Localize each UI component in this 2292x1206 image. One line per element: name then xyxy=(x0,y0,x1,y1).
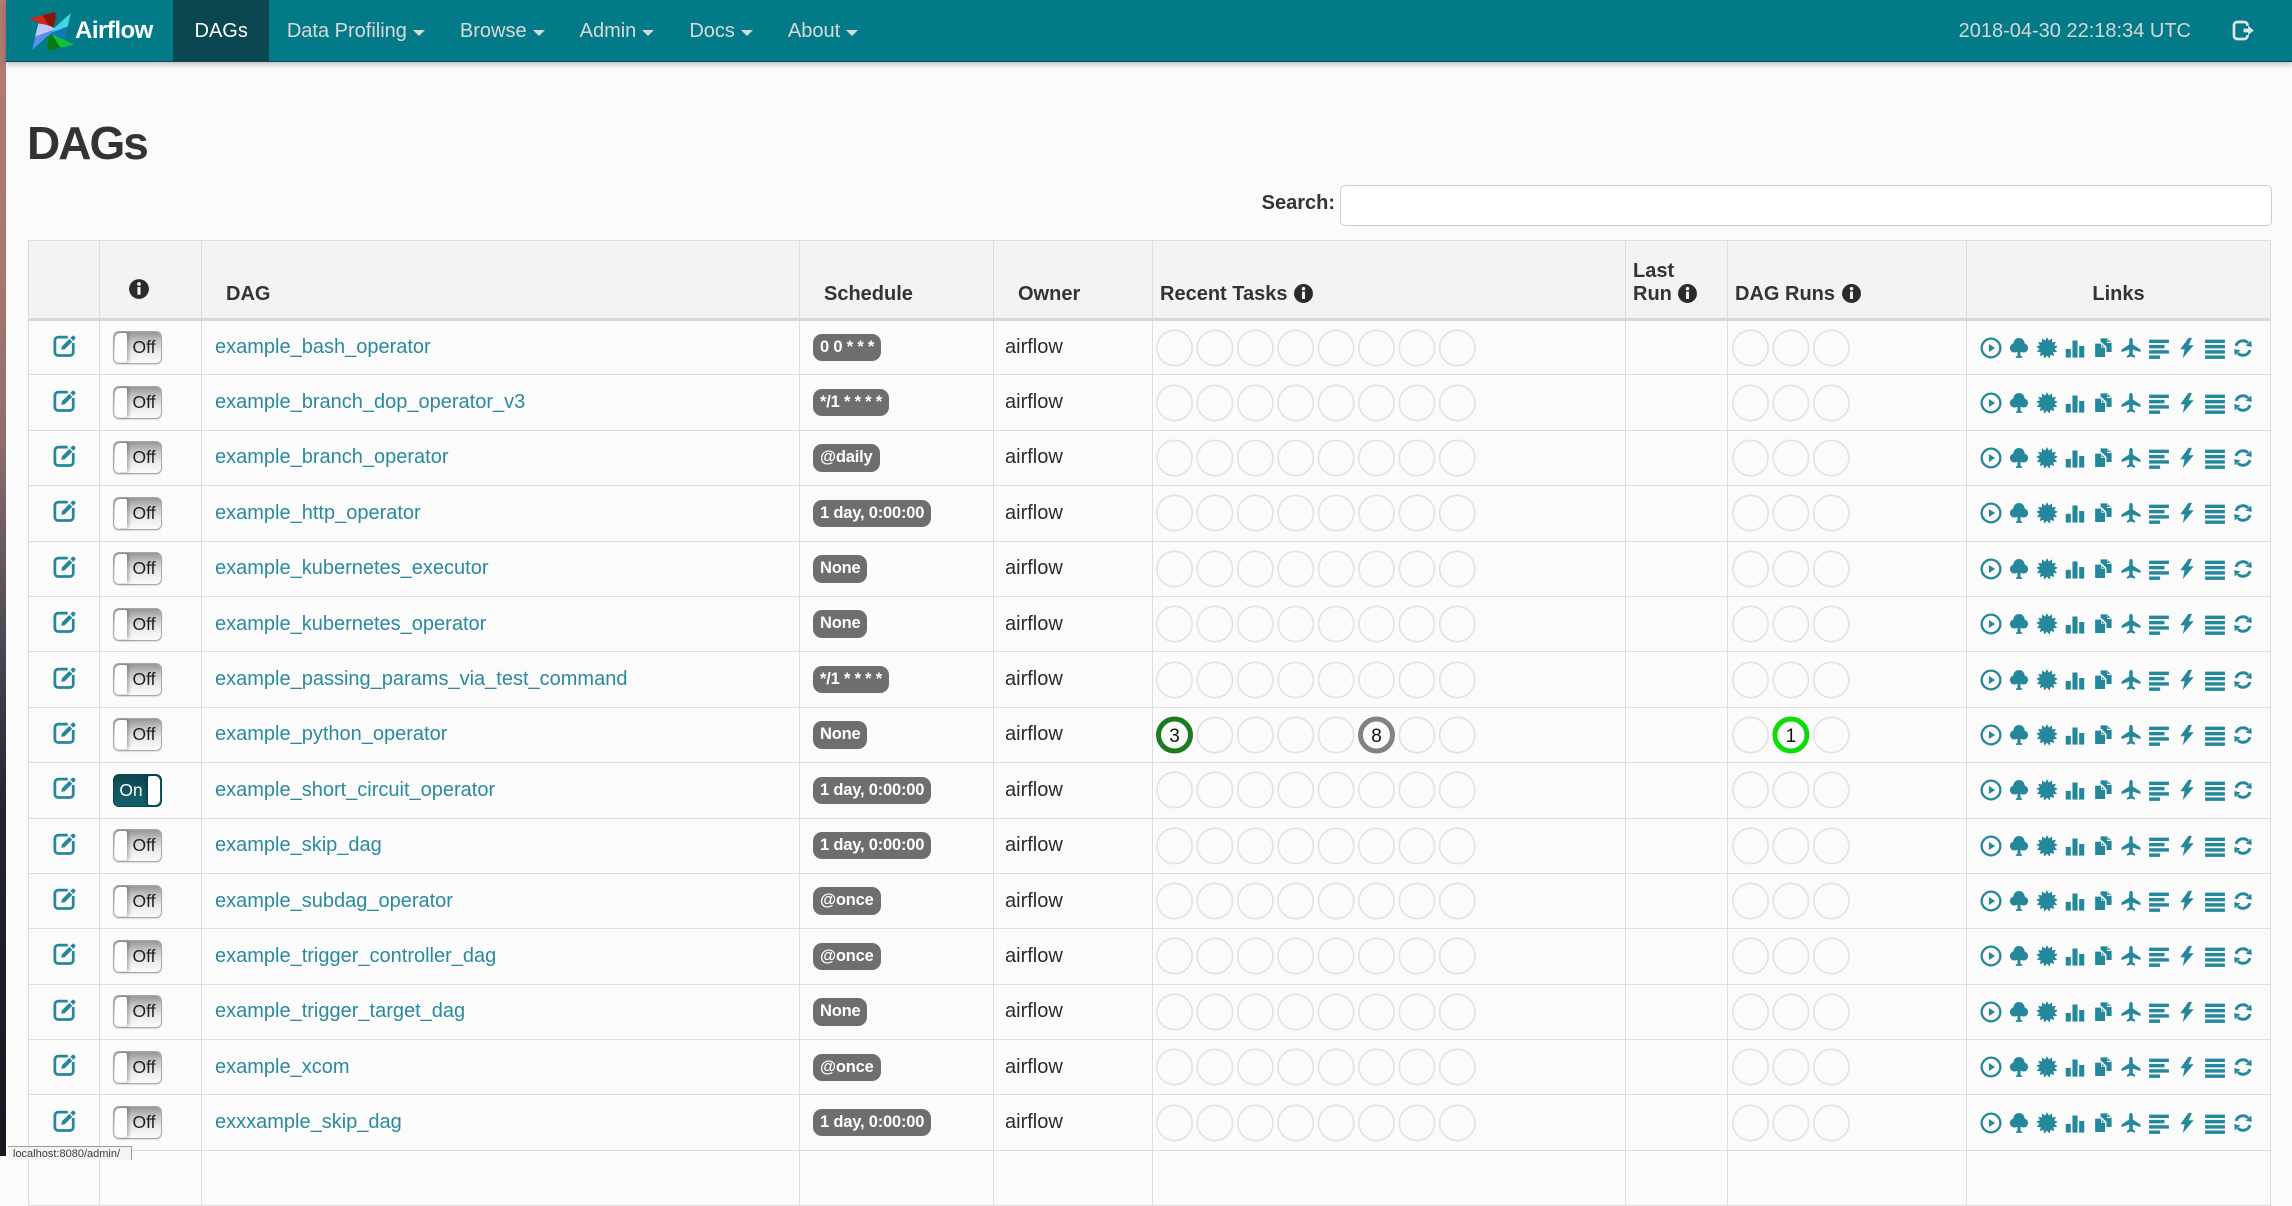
svg-text:8: 8 xyxy=(1371,726,1382,747)
svg-text:3: 3 xyxy=(1169,726,1180,747)
svg-text:1: 1 xyxy=(1786,726,1797,747)
